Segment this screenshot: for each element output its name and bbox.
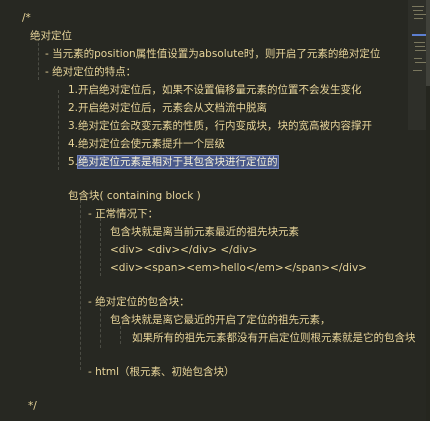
code-line[interactable]: 3.绝对定位会改变元素的性质，行内变成块，块的宽高被内容撑开	[68, 118, 372, 134]
scrollbar-thumb[interactable]	[426, 0, 430, 86]
code-line[interactable]: - html（根元素、初始包含块）	[88, 364, 235, 380]
line-number-prefix: 5.	[68, 156, 79, 168]
code-line[interactable]: 包含块就是离当前元素最近的祖先块元素	[110, 224, 299, 240]
code-line[interactable]: /*	[22, 10, 31, 26]
minimap-line	[412, 6, 424, 7]
code-line[interactable]: 2.开启绝对定位后，元素会从文档流中脱离	[68, 100, 267, 116]
indent-guide	[100, 218, 101, 276]
code-line[interactable]: - 绝对定位的包含块：	[88, 294, 190, 310]
code-line[interactable]: - 当元素的position属性值设置为absolute时，则开启了元素的绝对定…	[45, 46, 380, 62]
minimap-line	[413, 70, 422, 71]
indent-guide	[120, 326, 121, 344]
indent-guide	[100, 308, 101, 348]
code-line[interactable]: <div> <div></div> </div>	[110, 242, 257, 258]
code-line[interactable]: - 正常情况下：	[88, 206, 158, 222]
code-line[interactable]: */	[28, 398, 37, 414]
code-line[interactable]: 如果所有的祖先元素都没有开启定位则根元素就是它的包含块	[132, 330, 416, 346]
code-line[interactable]: 包含块( containing block )	[68, 188, 201, 204]
indent-guide	[58, 90, 59, 170]
code-line[interactable]: 1.开启绝对定位后，如果不设置偏移量元素的位置不会发生变化	[68, 82, 362, 98]
minimap-line	[414, 42, 425, 43]
minimap-line	[413, 10, 423, 11]
code-line[interactable]: - 绝对定位的特点：	[45, 64, 136, 80]
code-line[interactable]: <div><span><em>hello</em></span></div>	[110, 260, 367, 276]
vertical-scrollbar[interactable]	[426, 0, 430, 421]
minimap-line	[414, 58, 422, 59]
indent-guide	[38, 38, 39, 80]
minimap-line	[414, 18, 423, 19]
text-selection[interactable]: 绝对定位元素是相对于其包含块进行定位的	[77, 155, 279, 169]
code-line[interactable]: 绝对定位	[30, 28, 72, 44]
code-line[interactable]: 4.绝对定位会使元素提升一个层级	[68, 136, 225, 152]
code-line[interactable]: 5.绝对定位元素是相对于其包含块进行定位的	[68, 154, 279, 170]
code-line[interactable]: 包含块就是离它最近的开启了定位的祖先元素，	[110, 312, 331, 328]
minimap-selection-marker	[412, 34, 426, 36]
code-editor[interactable]: /* 绝对定位 - 当元素的position属性值设置为absolute时，则开…	[0, 0, 430, 421]
indent-guide	[80, 200, 81, 370]
minimap-line	[415, 46, 425, 47]
